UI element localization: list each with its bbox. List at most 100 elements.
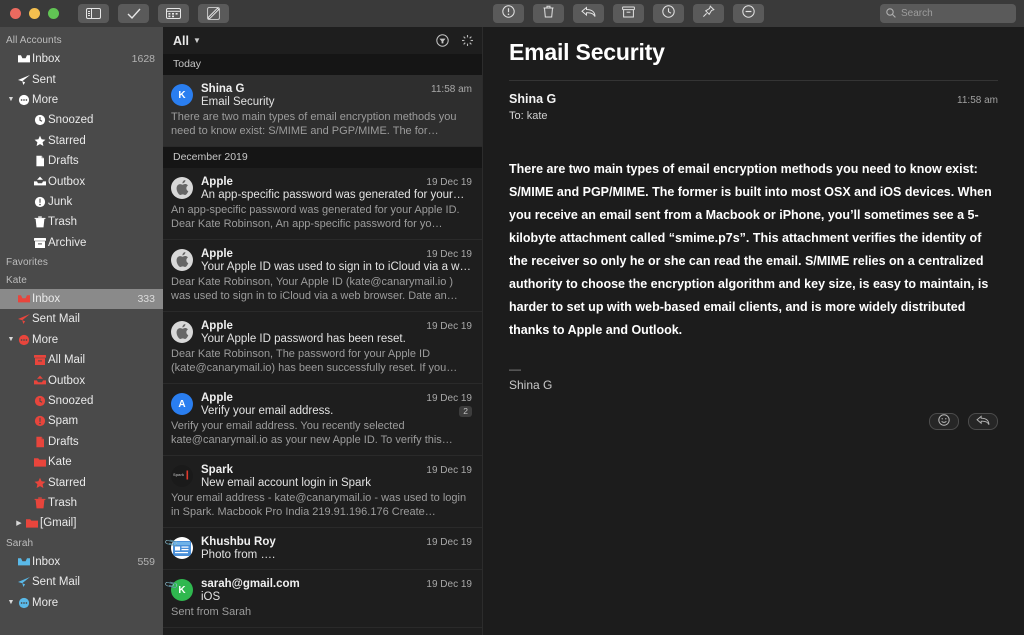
signature-separator: — [509,362,998,376]
sidebar-item-sent[interactable]: Sent [0,69,163,89]
sidebar[interactable]: All Accounts Inbox1628 Sent▼More Snoozed… [0,27,163,635]
sidebar-item-label: Snoozed [48,395,155,407]
sidebar-item-starred[interactable]: Starred [0,131,163,151]
mark-read-button[interactable] [118,4,149,23]
caret-spacer [22,357,32,364]
table-row[interactable]: Apple 19 Dec 19An app-specific password w… [163,168,482,240]
sidebar-item-outbox[interactable]: Outbox [0,370,163,390]
caret-spacer [22,479,32,486]
paper-plane-icon [16,73,32,87]
folder-icon [32,455,48,469]
table-row[interactable]: AApple19 Dec 19Verify your email address… [163,384,482,456]
message-date: 19 Dec 19 [426,537,472,548]
message-body: There are two main types of email encryp… [509,158,998,342]
sidebar-item-label: Kate [48,456,155,468]
sidebar-item-inbox[interactable]: Inbox333 [0,289,163,309]
zoom-window-button[interactable] [48,8,59,19]
search-field[interactable]: Search [880,4,1016,23]
sidebar-item-spam[interactable]: Spam [0,411,163,431]
sidebar-item-label: Snoozed [48,114,155,126]
sidebar-item-snoozed[interactable]: Snoozed [0,110,163,130]
compose-button[interactable] [198,4,229,23]
message-subject: An app-specific password was generated f… [201,189,472,201]
sidebar-item-sent-mail[interactable]: Sent Mail [0,309,163,329]
sidebar-toggle-button[interactable] [78,4,109,23]
message-date: 19 Dec 19 [426,177,472,188]
sidebar-item-more[interactable]: ▼More [0,592,163,612]
search-placeholder: Search [901,8,933,19]
sidebar-item-drafts[interactable]: Drafts [0,432,163,452]
message-time: 11:58 am [957,95,998,106]
calendar-icon [166,8,181,19]
caret-spacer [22,137,32,144]
chevron-down-icon[interactable]: ▼ [193,36,201,45]
mute-button[interactable] [733,4,764,23]
filter-icon[interactable] [436,34,449,47]
reply-button[interactable] [573,4,604,23]
table-row[interactable]: KShina G11:58 amEmail SecurityThere are … [163,75,482,147]
sidebar-item-more[interactable]: ▼More [0,90,163,110]
signature: Shina G [509,378,998,392]
sidebar-item-label: Spam [48,415,155,427]
minus-circle-icon [742,5,755,23]
sidebar-item-inbox[interactable]: Inbox1628 [0,49,163,69]
quick-reply-button[interactable] [968,413,998,430]
calendar-button[interactable] [158,4,189,23]
sidebar-item-kate[interactable]: Kate [0,452,163,472]
sidebar-item-label: More [32,597,155,609]
sidebar-item-label: [Gmail] [40,517,155,529]
info-button[interactable] [493,4,524,23]
table-row[interactable]: Apple19 Dec 19Your Apple ID password has… [163,312,482,384]
sidebar-item-snoozed[interactable]: Snoozed [0,391,163,411]
sidebar-item-junk[interactable]: Junk [0,192,163,212]
to-label: To: [509,110,524,122]
quick-reply-emoji-button[interactable] [929,413,959,430]
sidebar-item-outbox[interactable]: Outbox [0,171,163,191]
unread-count: 559 [137,556,155,568]
checkmark-icon [127,8,141,20]
sidebar-item-trash[interactable]: Trash [0,212,163,232]
sidebar-item-all-mail[interactable]: All Mail [0,350,163,370]
caret-spacer [22,500,32,507]
message-sender: Apple [201,248,420,260]
message-date: 19 Dec 19 [426,249,472,260]
sidebar-section-sarah: Sarah [0,534,163,552]
delete-button[interactable] [533,4,564,23]
avatar: A [171,393,193,415]
trash-icon [543,5,554,23]
pin-button[interactable] [693,4,724,23]
sidebar-item-label: Sent Mail [32,313,155,325]
smart-inbox-icon[interactable] [461,34,474,47]
sidebar-item-trash[interactable]: Trash [0,493,163,513]
table-row[interactable]: SparkSpark19 Dec 19New email account log… [163,456,482,528]
sidebar-item-label: Outbox [48,176,155,188]
sidebar-item-sent-mail[interactable]: Sent Mail [0,572,163,592]
star-icon [32,476,48,490]
caret-spacer [22,438,32,445]
sidebar-item-drafts[interactable]: Drafts [0,151,163,171]
message-subject: Verify your email address. [201,405,453,417]
ellipsis-circle-icon [16,333,32,347]
sidebar-item-more[interactable]: ▼More [0,330,163,350]
message-date: 19 Dec 19 [426,465,472,476]
sidebar-item-gmail[interactable]: ▶[Gmail] [0,513,163,533]
list-filter-label[interactable]: All [173,34,189,48]
message-preview: Dear Kate Robinson, The password for you… [171,347,472,375]
message-preview: Sent from Sarah [171,605,472,619]
snooze-button[interactable] [653,4,684,23]
caret-spacer [22,117,32,124]
archive-button[interactable] [613,4,644,23]
message-list[interactable]: TodayKShina G11:58 amEmail SecurityThere… [163,54,482,635]
table-row[interactable]: Apple19 Dec 19Your Apple ID was used to … [163,240,482,312]
table-row[interactable]: 📎Khushbu Roy19 Dec 19Photo from …. [163,528,482,570]
close-window-button[interactable] [10,8,21,19]
minimize-window-button[interactable] [29,8,40,19]
table-row[interactable]: Taco from Trello18 Dec 19 [163,628,482,635]
sidebar-item-starred[interactable]: Starred [0,472,163,492]
message-subject: iOS [201,591,472,603]
sidebar-item-archive[interactable]: Archive [0,233,163,253]
sidebar-item-inbox[interactable]: Inbox559 [0,552,163,572]
table-row[interactable]: 📎Ksarah@gmail.com19 Dec 19iOSSent from S… [163,570,482,628]
message-sender: Apple [201,176,420,188]
sidebar-section-favorites: Favorites [0,253,163,271]
